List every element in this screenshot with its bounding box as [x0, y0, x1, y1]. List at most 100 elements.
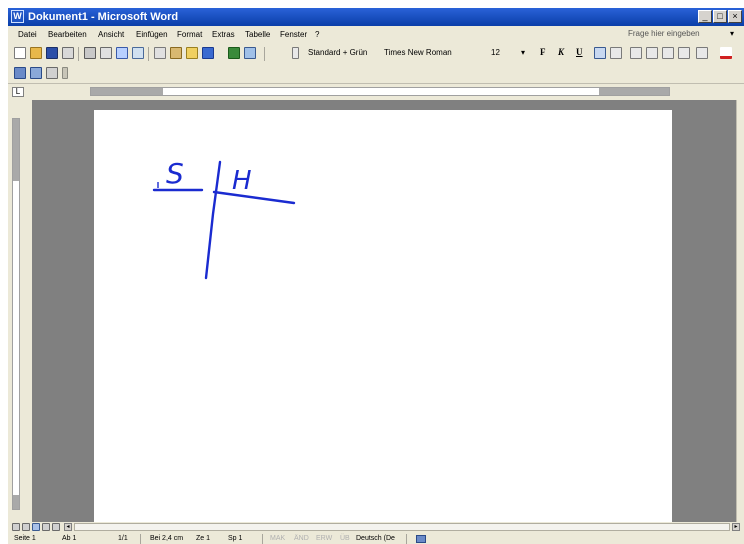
- web-view-icon[interactable]: [22, 523, 30, 531]
- ink-vertical-stroke: [204, 160, 222, 280]
- font-color-icon[interactable]: [720, 47, 732, 59]
- borders-icon[interactable]: [696, 47, 708, 59]
- status-section: Ab 1: [62, 535, 77, 542]
- status-separator: [262, 534, 263, 544]
- status-macro-record[interactable]: MAK: [270, 535, 285, 542]
- menu-datei[interactable]: Datei: [18, 30, 37, 39]
- horizontal-ruler[interactable]: [90, 87, 670, 96]
- menu-fenster[interactable]: Fenster: [280, 30, 307, 39]
- window-controls: _ □ ×: [698, 10, 742, 23]
- vruler-bottom-margin: [13, 495, 19, 509]
- window-title: Dokument1 - Microsoft Word: [28, 11, 179, 23]
- bullets-icon[interactable]: [662, 47, 674, 59]
- toolbar-ink: [8, 64, 744, 84]
- toolbar-options-icon[interactable]: [62, 67, 68, 79]
- menu-einfuegen[interactable]: Einfügen: [136, 30, 168, 39]
- horizontal-scroll-track[interactable]: [74, 523, 730, 531]
- save-icon[interactable]: [46, 47, 58, 59]
- font-size-select[interactable]: 12: [491, 48, 500, 57]
- vruler-top-margin: [13, 119, 19, 181]
- vertical-ruler[interactable]: [12, 118, 20, 510]
- menu-help[interactable]: ?: [315, 30, 319, 39]
- styles-pane-icon[interactable]: [292, 47, 299, 59]
- status-page: Seite 1: [14, 535, 36, 542]
- status-column: Sp 1: [228, 535, 243, 542]
- toolbar-separator: [264, 47, 265, 61]
- horizontal-scrollbar-area: ◂ ▸: [8, 522, 744, 534]
- research-icon[interactable]: [132, 47, 144, 59]
- toolbar-separator: [78, 47, 79, 61]
- close-button[interactable]: ×: [728, 10, 742, 23]
- title-bar: W Dokument1 - Microsoft Word _ □ ×: [8, 8, 744, 26]
- status-separator: [140, 534, 141, 544]
- normal-view-icon[interactable]: [12, 523, 20, 531]
- status-separator: [406, 534, 407, 544]
- menu-format[interactable]: Format: [177, 30, 202, 39]
- font-size-dropdown-arrow[interactable]: ▾: [521, 48, 525, 57]
- spelling-icon[interactable]: [116, 47, 128, 59]
- paste-icon[interactable]: [170, 47, 182, 59]
- underline-button[interactable]: U: [576, 47, 583, 57]
- document-page[interactable]: S H: [94, 110, 672, 530]
- word-window: W Dokument1 - Microsoft Word _ □ × Datei…: [8, 8, 744, 544]
- numbering-icon[interactable]: [646, 47, 658, 59]
- line-spacing-icon[interactable]: [630, 47, 642, 59]
- handwritten-letter-h: H: [232, 166, 252, 196]
- document-workspace: S H: [32, 100, 736, 530]
- print-preview-icon[interactable]: [100, 47, 112, 59]
- ink-eraser-icon[interactable]: [46, 67, 58, 79]
- ruler-left-margin: [91, 88, 163, 95]
- status-track-changes[interactable]: ÄND: [294, 535, 309, 542]
- indent-icon[interactable]: [678, 47, 690, 59]
- bold-button[interactable]: F: [540, 47, 546, 57]
- style-select[interactable]: Standard + Grün: [308, 48, 367, 57]
- align-left-icon[interactable]: [594, 47, 606, 59]
- status-language[interactable]: Deutsch (De: [356, 535, 395, 542]
- format-painter-icon[interactable]: [186, 47, 198, 59]
- help-dropdown-arrow[interactable]: ▾: [730, 29, 734, 38]
- outline-view-icon[interactable]: [52, 523, 60, 531]
- menu-ansicht[interactable]: Ansicht: [98, 30, 124, 39]
- ink-crossbar: [212, 190, 296, 205]
- scroll-left-arrow[interactable]: ◂: [64, 523, 72, 531]
- status-position: Bei 2,4 cm: [150, 535, 184, 542]
- help-search-input[interactable]: Frage hier eingeben: [628, 29, 700, 38]
- status-pages: 1/1: [118, 535, 128, 542]
- print-layout-view-icon[interactable]: [32, 523, 40, 531]
- italic-button[interactable]: K: [558, 47, 564, 57]
- menu-bearbeiten[interactable]: Bearbeiten: [48, 30, 87, 39]
- status-extend[interactable]: ERW: [316, 535, 332, 542]
- tab-selector-icon[interactable]: L: [12, 87, 24, 97]
- vertical-scrollbar[interactable]: [736, 100, 744, 522]
- open-folder-icon[interactable]: [30, 47, 42, 59]
- menu-tabelle[interactable]: Tabelle: [245, 30, 270, 39]
- new-document-icon[interactable]: [14, 47, 26, 59]
- handwritten-letter-s: S: [166, 157, 184, 190]
- toolbar-separator: [148, 47, 149, 61]
- menu-extras[interactable]: Extras: [212, 30, 235, 39]
- align-center-icon[interactable]: [610, 47, 622, 59]
- status-bar: Seite 1 Ab 1 1/1 Bei 2,4 cm Ze 1 Sp 1 MA…: [8, 534, 744, 544]
- toolbar-standard: Standard + Grün Times New Roman 12 ▾ F K…: [8, 44, 744, 64]
- spelling-status-icon[interactable]: [416, 535, 426, 543]
- reading-view-icon[interactable]: [42, 523, 50, 531]
- ink-comment-icon[interactable]: [30, 67, 42, 79]
- minimize-button[interactable]: _: [698, 10, 712, 23]
- hyperlink-icon[interactable]: [228, 47, 240, 59]
- left-rail: [8, 100, 32, 522]
- tables-borders-icon[interactable]: [244, 47, 256, 59]
- undo-icon[interactable]: [202, 47, 214, 59]
- word-app-icon[interactable]: W: [11, 10, 24, 23]
- print-icon[interactable]: [84, 47, 96, 59]
- menu-bar: Datei Bearbeiten Ansicht Einfügen Format…: [8, 26, 744, 44]
- font-select[interactable]: Times New Roman: [384, 48, 452, 57]
- ruler-bar: L: [8, 84, 744, 100]
- status-line: Ze 1: [196, 535, 211, 542]
- ink-pen-icon[interactable]: [14, 67, 26, 79]
- status-overtype[interactable]: ÜB: [340, 535, 350, 542]
- maximize-button[interactable]: □: [713, 10, 727, 23]
- ruler-right-margin: [599, 88, 669, 95]
- copy-icon[interactable]: [154, 47, 166, 59]
- permission-icon[interactable]: [62, 47, 74, 59]
- scroll-right-arrow[interactable]: ▸: [732, 523, 740, 531]
